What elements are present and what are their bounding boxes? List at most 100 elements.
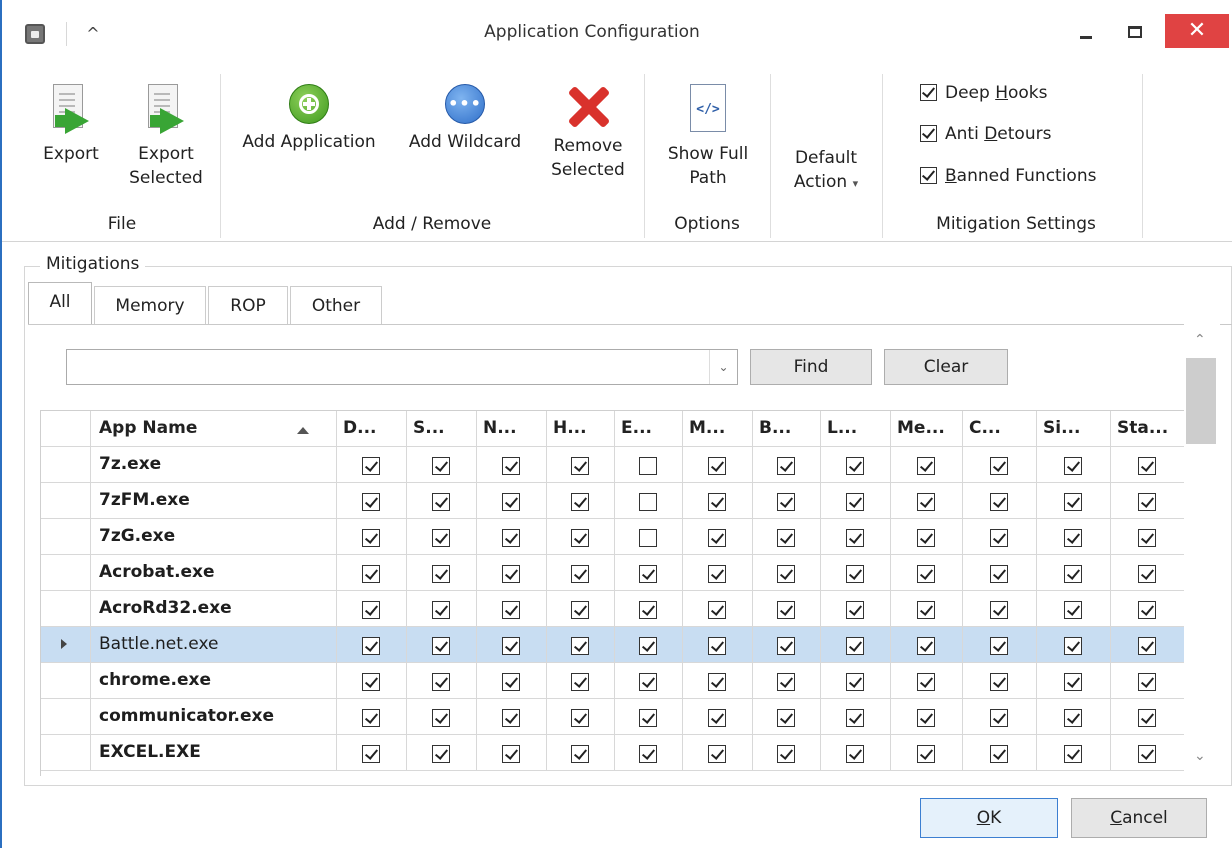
checkbox-checked[interactable]: [362, 565, 380, 583]
scroll-up-icon[interactable]: ⌃: [1194, 332, 1206, 348]
app-name-cell[interactable]: chrome.exe: [91, 663, 337, 699]
checkbox-checked[interactable]: [990, 601, 1008, 619]
app-name-cell[interactable]: EXCEL.EXE: [91, 735, 337, 771]
checkbox-checked[interactable]: [1064, 709, 1082, 727]
tab-other[interactable]: Other: [290, 286, 382, 324]
checkbox-checked[interactable]: [990, 709, 1008, 727]
find-button[interactable]: Find: [750, 349, 872, 385]
checkbox-checked[interactable]: [777, 457, 795, 475]
add-wildcard-button[interactable]: ••• Add Wildcard: [398, 76, 532, 154]
app-name-cell[interactable]: 7z.exe: [91, 447, 337, 483]
checkbox-checked[interactable]: [917, 637, 935, 655]
row-header[interactable]: [41, 735, 91, 771]
table-row[interactable]: chrome.exe: [41, 663, 1185, 699]
maximize-icon[interactable]: [1128, 26, 1142, 38]
checkbox-checked[interactable]: [990, 637, 1008, 655]
table-row[interactable]: Battle.net.exe: [41, 627, 1185, 663]
checkbox-checked[interactable]: [571, 601, 589, 619]
checkbox-checked[interactable]: [846, 565, 864, 583]
checkbox-checked[interactable]: [571, 493, 589, 511]
checkbox-checked[interactable]: [639, 709, 657, 727]
checkbox-checked[interactable]: [990, 565, 1008, 583]
scroll-down-icon[interactable]: ⌄: [1194, 748, 1206, 764]
checkbox-checked[interactable]: [777, 601, 795, 619]
checkbox-checked[interactable]: [990, 529, 1008, 547]
checkbox-unchecked[interactable]: [639, 493, 657, 511]
app-name-cell[interactable]: Battle.net.exe: [91, 627, 337, 663]
checkbox-checked[interactable]: [708, 493, 726, 511]
checkbox-checked[interactable]: [1138, 673, 1156, 691]
checkbox-checked[interactable]: [432, 673, 450, 691]
checkbox-unchecked[interactable]: [639, 529, 657, 547]
table-row[interactable]: 7zFM.exe: [41, 483, 1185, 519]
checkbox-checked[interactable]: [708, 601, 726, 619]
checkbox-checked[interactable]: [432, 637, 450, 655]
checkbox-checked[interactable]: [502, 493, 520, 511]
checkbox-checked[interactable]: [917, 457, 935, 475]
checkbox-checked[interactable]: [990, 493, 1008, 511]
row-header[interactable]: [41, 555, 91, 591]
clear-button[interactable]: Clear: [884, 349, 1008, 385]
checkbox-checked[interactable]: [1064, 601, 1082, 619]
table-row[interactable]: Acrobat.exe: [41, 555, 1185, 591]
checkbox-checked[interactable]: [708, 709, 726, 727]
export-button[interactable]: Export: [38, 84, 104, 166]
checkbox-checked[interactable]: [1064, 745, 1082, 763]
checkbox-checked[interactable]: [362, 601, 380, 619]
checkbox-checked[interactable]: [502, 457, 520, 475]
deep-hooks-checkbox[interactable]: Deep Hooks: [920, 82, 1048, 104]
row-header[interactable]: [41, 699, 91, 735]
checkbox-checked[interactable]: [502, 673, 520, 691]
checkbox-checked[interactable]: [502, 565, 520, 583]
table-row[interactable]: AcroRd32.exe: [41, 591, 1185, 627]
checkbox-checked[interactable]: [571, 457, 589, 475]
checkbox-checked[interactable]: [846, 745, 864, 763]
column-header[interactable]: E...: [615, 411, 683, 447]
checkbox-checked[interactable]: [1138, 637, 1156, 655]
checkbox-checked[interactable]: [917, 529, 935, 547]
checkbox-checked[interactable]: [777, 565, 795, 583]
checkbox-checked[interactable]: [502, 601, 520, 619]
minimize-icon[interactable]: [1080, 36, 1092, 39]
checkbox-checked[interactable]: [1064, 493, 1082, 511]
column-header[interactable]: C...: [963, 411, 1037, 447]
checkbox-checked[interactable]: [502, 637, 520, 655]
checkbox-checked[interactable]: [917, 565, 935, 583]
checkbox-checked[interactable]: [708, 457, 726, 475]
checkbox-unchecked[interactable]: [639, 457, 657, 475]
checkbox-checked[interactable]: [362, 529, 380, 547]
checkbox-checked[interactable]: [1064, 637, 1082, 655]
checkbox-checked[interactable]: [1138, 565, 1156, 583]
add-application-button[interactable]: Add Application: [234, 76, 384, 154]
checkbox-checked[interactable]: [917, 673, 935, 691]
checkbox-checked[interactable]: [1138, 529, 1156, 547]
row-header[interactable]: [41, 627, 91, 663]
checkbox-checked[interactable]: [846, 637, 864, 655]
default-action-dropdown[interactable]: Default Action ▾: [776, 146, 876, 196]
row-header[interactable]: [41, 519, 91, 555]
checkbox-checked[interactable]: [708, 745, 726, 763]
app-name-cell[interactable]: 7zFM.exe: [91, 483, 337, 519]
checkbox-checked[interactable]: [502, 745, 520, 763]
checkbox-checked[interactable]: [362, 493, 380, 511]
checkbox-checked[interactable]: [846, 673, 864, 691]
checkbox-checked[interactable]: [846, 601, 864, 619]
tab-memory[interactable]: Memory: [94, 286, 206, 324]
table-row[interactable]: 7z.exe: [41, 447, 1185, 483]
checkbox-checked[interactable]: [1064, 529, 1082, 547]
checkbox-checked[interactable]: [362, 457, 380, 475]
checkbox-checked[interactable]: [1064, 457, 1082, 475]
checkbox-checked[interactable]: [362, 709, 380, 727]
checkbox-checked[interactable]: [432, 601, 450, 619]
checkbox-checked[interactable]: [1138, 601, 1156, 619]
cancel-button[interactable]: Cancel: [1071, 798, 1207, 838]
checkbox-checked[interactable]: [432, 493, 450, 511]
checkbox-checked[interactable]: [777, 529, 795, 547]
column-header[interactable]: N...: [477, 411, 547, 447]
checkbox-checked[interactable]: [571, 565, 589, 583]
column-header[interactable]: Sta...: [1111, 411, 1185, 447]
checkbox-checked[interactable]: [639, 565, 657, 583]
search-combobox[interactable]: ⌄: [66, 349, 738, 385]
remove-selected-button[interactable]: Remove Selected: [542, 76, 634, 182]
column-header[interactable]: Me...: [891, 411, 963, 447]
